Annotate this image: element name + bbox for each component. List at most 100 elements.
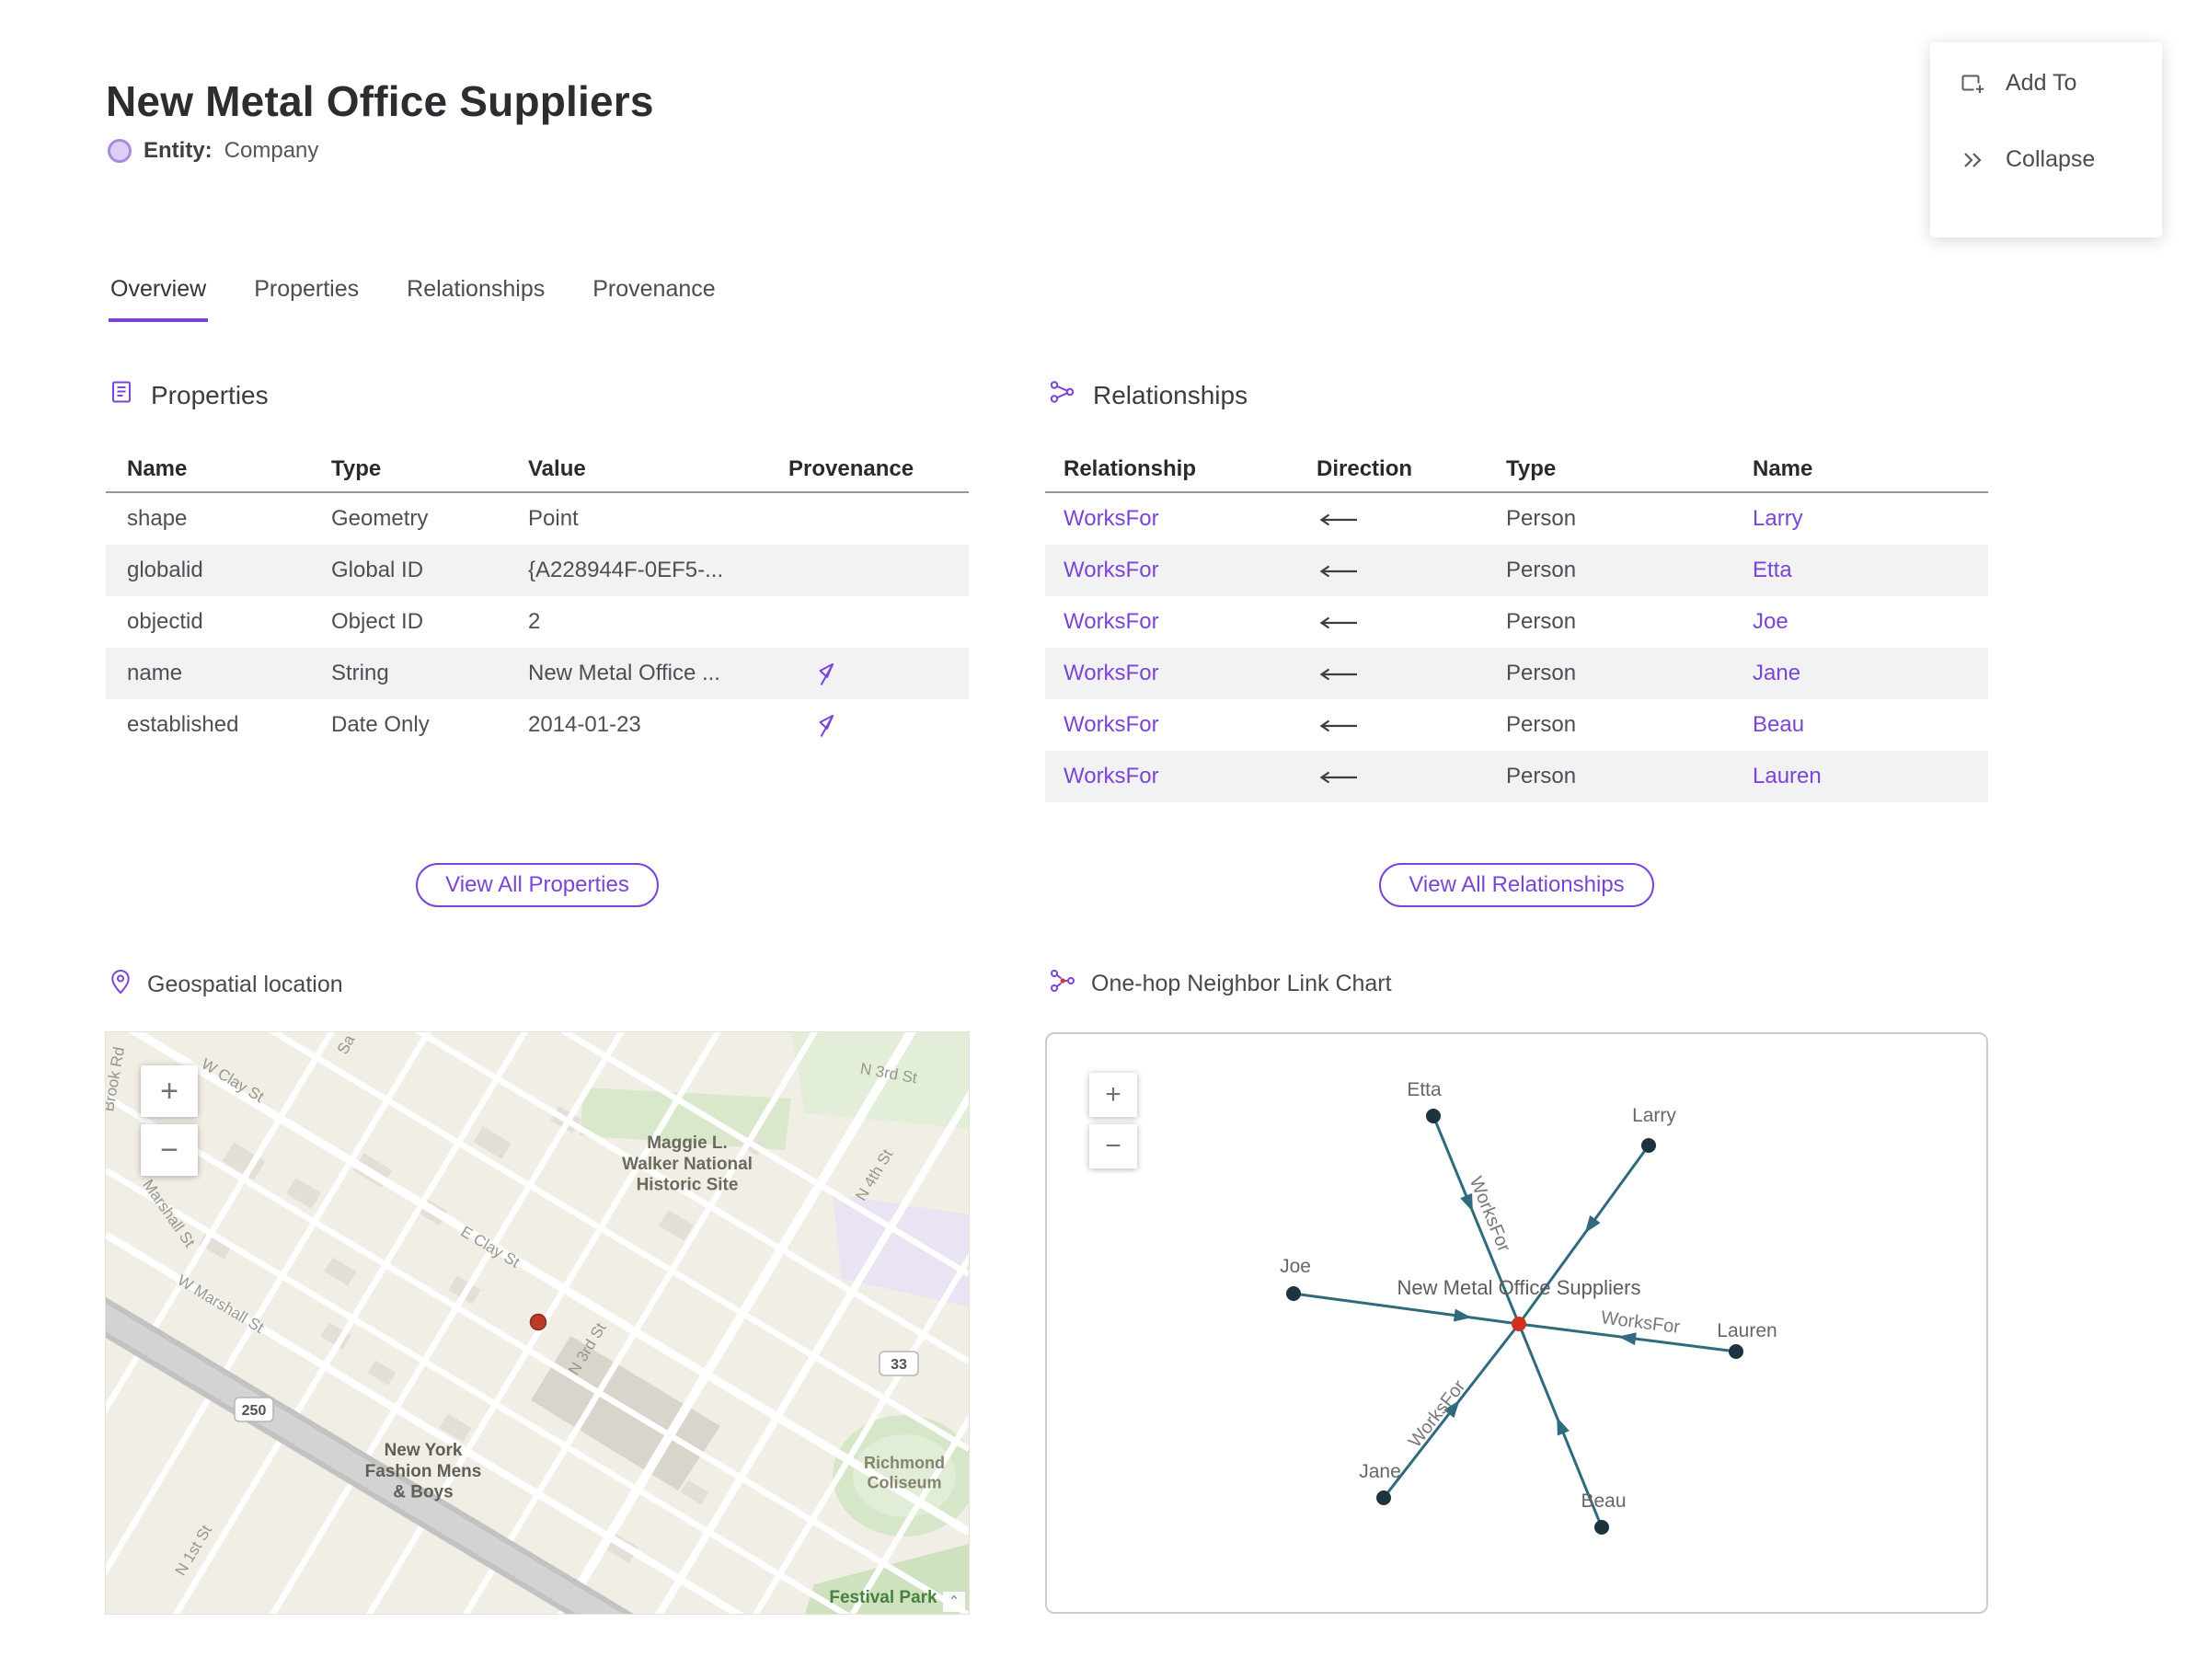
page-title: New Metal Office Suppliers: [106, 76, 654, 125]
add-to-icon: [1960, 71, 1985, 97]
entity-name-link[interactable]: Etta: [1753, 558, 1792, 582]
entity-name-link[interactable]: Jane: [1753, 661, 1800, 685]
view-all-relationships-button[interactable]: View All Relationships: [1379, 863, 1654, 907]
column-header: Type: [310, 442, 507, 493]
property-provenance-cell: [767, 545, 969, 596]
column-header: Value: [507, 442, 767, 493]
tab-overview[interactable]: Overview: [109, 276, 209, 322]
entity-detail-page: New Metal Office Suppliers Entity: Compa…: [0, 0, 2208, 1680]
graph-node-beau[interactable]: [1594, 1520, 1609, 1535]
entity-type-cell: Person: [1506, 609, 1577, 634]
property-provenance-cell: [767, 648, 969, 699]
arrow-left-icon: [1319, 668, 1357, 681]
map-zoom-in-button[interactable]: +: [141, 1065, 198, 1117]
direction-cell: [1298, 751, 1488, 802]
graph-edge-arrow: [1584, 1214, 1601, 1234]
property-row: shape Geometry Point: [106, 492, 969, 545]
chart-zoom-in-button[interactable]: +: [1089, 1073, 1137, 1117]
properties-table-body: shape Geometry Point globalid Global ID …: [106, 492, 969, 751]
graph-node-larry[interactable]: [1641, 1138, 1656, 1153]
entity-type-cell: Person: [1506, 558, 1577, 582]
graph-node-label: Beau: [1581, 1490, 1626, 1512]
graph-node-joe[interactable]: [1286, 1286, 1301, 1301]
collapse-label: Collapse: [2006, 146, 2096, 172]
relationship-row: WorksFor Person Etta: [1045, 545, 1988, 596]
property-row: established Date Only 2014-01-23: [106, 699, 969, 751]
arrow-left-icon: [1319, 616, 1357, 629]
map-zoom-out-button[interactable]: −: [141, 1124, 198, 1176]
relationship-type-link[interactable]: WorksFor: [1064, 712, 1159, 737]
property-value-cell: Point: [528, 506, 579, 531]
property-type-cell: Geometry: [331, 506, 429, 531]
property-value-cell: 2014-01-23: [528, 712, 641, 737]
map-canvas[interactable]: 250 33 Brook Rd W Clay St Sa N 3rd St N 4th S…: [105, 1031, 970, 1615]
graph-edge-label: WorksFor: [1405, 1376, 1470, 1452]
chart-zoom-out-button[interactable]: −: [1089, 1124, 1137, 1168]
map-label: Festival Park: [829, 1588, 937, 1607]
relationship-type-link[interactable]: WorksFor: [1064, 609, 1159, 634]
route-shield-label: 33: [891, 1357, 907, 1373]
graph-edge-label: WorksFor: [1600, 1307, 1682, 1338]
entity-name-link[interactable]: Larry: [1753, 506, 1803, 531]
relationship-type-link[interactable]: WorksFor: [1064, 558, 1159, 582]
arrow-left-icon: [1319, 719, 1357, 732]
column-header: Provenance: [767, 442, 969, 493]
graph-node-label: Larry: [1632, 1105, 1676, 1126]
link-chart-canvas[interactable]: WorksForWorksForWorksForEttaLarryJoeLaur…: [1047, 1034, 1986, 1612]
relationships-section-head: Relationships: [1049, 379, 1248, 411]
add-to-label: Add To: [2006, 70, 2077, 96]
properties-section-title: Properties: [151, 380, 269, 409]
property-row: objectid Object ID 2: [106, 596, 969, 648]
arrow-left-icon: [1319, 513, 1357, 526]
column-header: Type: [1488, 442, 1734, 493]
graph-edge-arrow: [1460, 1192, 1473, 1213]
map-label: Richmond Coliseum: [864, 1454, 945, 1492]
property-type-cell: String: [331, 661, 389, 685]
property-type-cell: Global ID: [331, 558, 424, 582]
properties-table-header: Name Type Value Provenance: [106, 442, 969, 493]
entity-name-link[interactable]: Lauren: [1753, 764, 1822, 788]
tab-provenance[interactable]: Provenance: [591, 276, 717, 322]
tab-bar: Overview Properties Relationships Provenanc…: [109, 276, 718, 322]
relationship-row: WorksFor Person Joe: [1045, 596, 1988, 648]
property-name-cell: globalid: [127, 558, 203, 582]
chart-zoom-controls: + −: [1089, 1073, 1137, 1168]
property-row: globalid Global ID {A228944F-0EF5-...: [106, 545, 969, 596]
collapse-button[interactable]: Collapse: [1960, 146, 2162, 173]
relationship-type-link[interactable]: WorksFor: [1064, 661, 1159, 685]
relationships-table: Relationship Direction Type Name WorksFor P…: [1045, 442, 1988, 802]
relationship-type-link[interactable]: WorksFor: [1064, 506, 1159, 531]
entity-name-link[interactable]: Beau: [1753, 712, 1804, 737]
map-zoom-controls: + −: [141, 1065, 198, 1176]
property-name-cell: shape: [127, 506, 188, 531]
graph-node-jane[interactable]: [1376, 1490, 1391, 1505]
add-to-button[interactable]: Add To: [1960, 70, 2162, 97]
graph-node-lauren[interactable]: [1729, 1344, 1743, 1359]
graph-center-node[interactable]: [1512, 1317, 1526, 1331]
property-provenance-cell: [767, 699, 969, 751]
relationship-type-link[interactable]: WorksFor: [1064, 764, 1159, 788]
context-menu: Add To Collapse: [1930, 42, 2162, 237]
direction-cell: [1298, 596, 1488, 648]
relationship-row: WorksFor Person Jane: [1045, 648, 1988, 699]
entity-type-icon: [108, 139, 132, 163]
property-value-cell: New Metal Office ...: [528, 661, 720, 685]
property-provenance-cell: [767, 492, 969, 545]
tab-relationships[interactable]: Relationships: [405, 276, 546, 322]
relationships-table-body: WorksFor Person Larry WorksFor Person Et…: [1045, 492, 1988, 802]
entity-type-value: Company: [224, 138, 319, 163]
property-value-cell: 2: [528, 609, 541, 634]
tab-properties[interactable]: Properties: [252, 276, 361, 322]
entity-name-link[interactable]: Joe: [1753, 609, 1788, 634]
direction-cell: [1298, 492, 1488, 545]
relationships-section-title: Relationships: [1093, 380, 1248, 409]
map-location-marker[interactable]: [529, 1313, 547, 1331]
relationship-row: WorksFor Person Beau: [1045, 699, 1988, 751]
provenance-flag-icon[interactable]: [815, 661, 840, 686]
entity-type-cell: Person: [1506, 661, 1577, 685]
provenance-flag-icon[interactable]: [815, 712, 840, 738]
graph-node-etta[interactable]: [1426, 1109, 1441, 1123]
property-type-cell: Object ID: [331, 609, 424, 634]
view-all-properties-button[interactable]: View All Properties: [416, 863, 659, 907]
map-attribution-toggle[interactable]: ⌃: [943, 1592, 965, 1612]
